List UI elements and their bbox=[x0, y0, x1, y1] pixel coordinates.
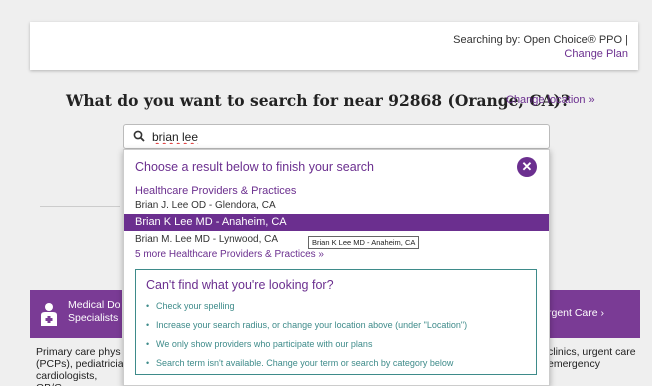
category-heading: Healthcare Providers & Practices bbox=[135, 185, 297, 197]
help-tips-list: Check your spelling Increase your search… bbox=[146, 300, 467, 376]
help-tip: Increase your search radius, or change y… bbox=[146, 319, 467, 338]
urgent-care-label: rgent Care › bbox=[548, 307, 605, 319]
help-box: Can't find what you're looking for? Chec… bbox=[135, 269, 537, 375]
close-icon[interactable]: ✕ bbox=[517, 157, 537, 177]
help-tip: Search term isn't available. Change your… bbox=[146, 357, 467, 376]
divider bbox=[40, 206, 120, 207]
urgent-care-card[interactable]: rgent Care › bbox=[548, 290, 640, 338]
search-icon bbox=[133, 130, 145, 142]
searching-by-text: Searching by: Open Choice® PPO | bbox=[453, 34, 628, 46]
doctor-icon bbox=[41, 303, 57, 326]
page-title: What do you want to search for near 9286… bbox=[66, 91, 571, 110]
tooltip: Brian K Lee MD - Anaheim, CA bbox=[308, 236, 420, 249]
result-item[interactable]: Brian J. Lee OD - Glendora, CA bbox=[124, 198, 549, 213]
plan-bar: Searching by: Open Choice® PPO | Change … bbox=[30, 22, 638, 70]
search-input[interactable] bbox=[152, 128, 532, 146]
change-plan-link[interactable]: Change Plan bbox=[564, 48, 628, 60]
change-location-link[interactable]: Change location » bbox=[506, 94, 595, 106]
dropdown-heading: Choose a result below to finish your sea… bbox=[135, 160, 375, 174]
result-item-selected[interactable]: Brian K Lee MD - Anaheim, CA bbox=[124, 214, 549, 231]
help-tip: Check your spelling bbox=[146, 300, 467, 319]
search-box[interactable] bbox=[123, 124, 550, 149]
medical-doctors-card[interactable]: Medical Do Specialists bbox=[30, 290, 122, 338]
help-tip: We only show providers who participate w… bbox=[146, 338, 467, 357]
more-results-link[interactable]: 5 more Healthcare Providers & Practices … bbox=[135, 249, 324, 260]
help-title: Can't find what you're looking for? bbox=[146, 278, 334, 292]
medical-doctors-label: Medical Do Specialists bbox=[68, 299, 121, 324]
search-results-dropdown: Choose a result below to finish your sea… bbox=[123, 149, 550, 386]
medical-doctors-description: Primary care phys (PCPs), pediatricia ca… bbox=[36, 346, 124, 386]
urgent-care-description: clinics, urgent care emergency bbox=[548, 346, 636, 370]
